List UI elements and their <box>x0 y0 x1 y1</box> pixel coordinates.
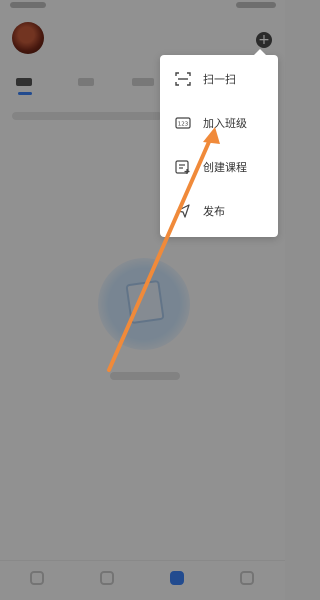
scan-icon <box>175 72 191 86</box>
popup-menu: 扫一扫 123 加入班级 创建课程 发布 <box>160 49 278 237</box>
menu-item-label: 扫一扫 <box>203 73 236 86</box>
menu-item-join-class[interactable]: 123 加入班级 <box>160 103 278 143</box>
menu-item-create-course[interactable]: 创建课程 <box>160 147 278 187</box>
menu-item-label: 加入班级 <box>203 117 247 130</box>
menu-item-publish[interactable]: 发布 <box>160 191 278 231</box>
join-class-123-icon: 123 <box>175 117 191 129</box>
menu-item-label: 创建课程 <box>203 161 247 174</box>
menu-item-scan[interactable]: 扫一扫 <box>160 59 278 99</box>
create-course-icon <box>175 160 190 174</box>
send-icon <box>176 204 190 218</box>
svg-text:123: 123 <box>178 122 189 128</box>
menu-item-label: 发布 <box>203 205 225 218</box>
